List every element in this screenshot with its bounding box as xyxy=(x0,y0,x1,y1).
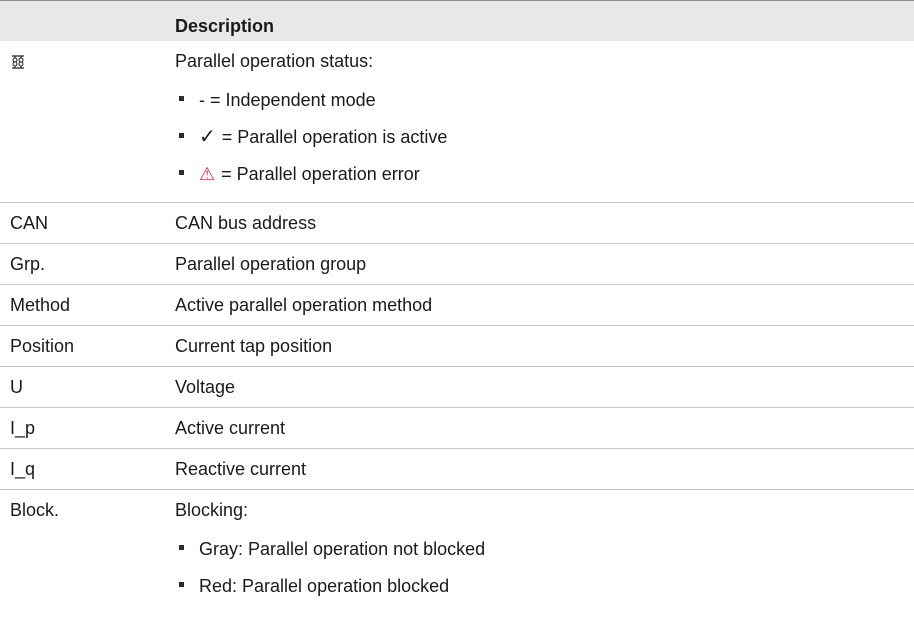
row-key: Block. xyxy=(10,500,60,520)
header-description: Description xyxy=(175,16,275,36)
table-header: Description xyxy=(0,0,914,41)
parallel-operation-icon xyxy=(10,53,175,71)
table-row: I_q Reactive current xyxy=(0,449,914,490)
table-row: U Voltage xyxy=(0,367,914,408)
row-description: CAN bus address xyxy=(175,213,317,233)
bullet-icon xyxy=(179,582,184,587)
row-description: Active current xyxy=(175,418,286,438)
row-key: Position xyxy=(10,336,75,356)
list-item: - = Independent mode xyxy=(175,81,914,118)
header-key-cell xyxy=(0,16,175,26)
row-description: Current tap position xyxy=(175,336,333,356)
list-item: Gray: Parallel operation not blocked xyxy=(175,530,914,567)
table-row-blocking: Block. Blocking: Gray: Parallel operatio… xyxy=(0,490,914,600)
check-icon: ✓ xyxy=(199,125,216,148)
table-row: Position Current tap position xyxy=(0,326,914,367)
row-key: Grp. xyxy=(10,254,46,274)
list-item: Red: Parallel operation blocked xyxy=(175,567,914,604)
row-description: Voltage xyxy=(175,377,236,397)
table-row: Grp. Parallel operation group xyxy=(0,244,914,285)
parallel-status-list: - = Independent mode ✓ = Parallel operat… xyxy=(175,81,914,192)
row-key: U xyxy=(10,377,23,397)
bullet-icon xyxy=(179,170,184,175)
bullet-icon xyxy=(179,545,184,550)
row-key: I_p xyxy=(10,418,36,438)
blocking-list: Gray: Parallel operation not blocked Red… xyxy=(175,530,914,604)
row-description: Parallel operation group xyxy=(175,254,367,274)
warning-icon: ⚠ xyxy=(199,163,216,184)
list-item: ⚠ = Parallel operation error xyxy=(175,155,914,192)
description-table: Description Parallel operation status: -… xyxy=(0,0,914,600)
bullet-icon xyxy=(179,96,184,101)
table-row: I_p Active current xyxy=(0,408,914,449)
table-row: CAN CAN bus address xyxy=(0,203,914,244)
table-row-parallel-status: Parallel operation status: - = Independe… xyxy=(0,41,914,203)
row-description: Reactive current xyxy=(175,459,307,479)
parallel-status-title: Parallel operation status: xyxy=(175,51,374,71)
row-key: Method xyxy=(10,295,71,315)
list-item: ✓ = Parallel operation is active xyxy=(175,118,914,155)
blocking-title: Blocking: xyxy=(175,500,249,520)
row-description: Active parallel operation method xyxy=(175,295,433,315)
bullet-icon xyxy=(179,133,184,138)
table-row: Method Active parallel operation method xyxy=(0,285,914,326)
row-key: I_q xyxy=(10,459,36,479)
row-key: CAN xyxy=(10,213,49,233)
